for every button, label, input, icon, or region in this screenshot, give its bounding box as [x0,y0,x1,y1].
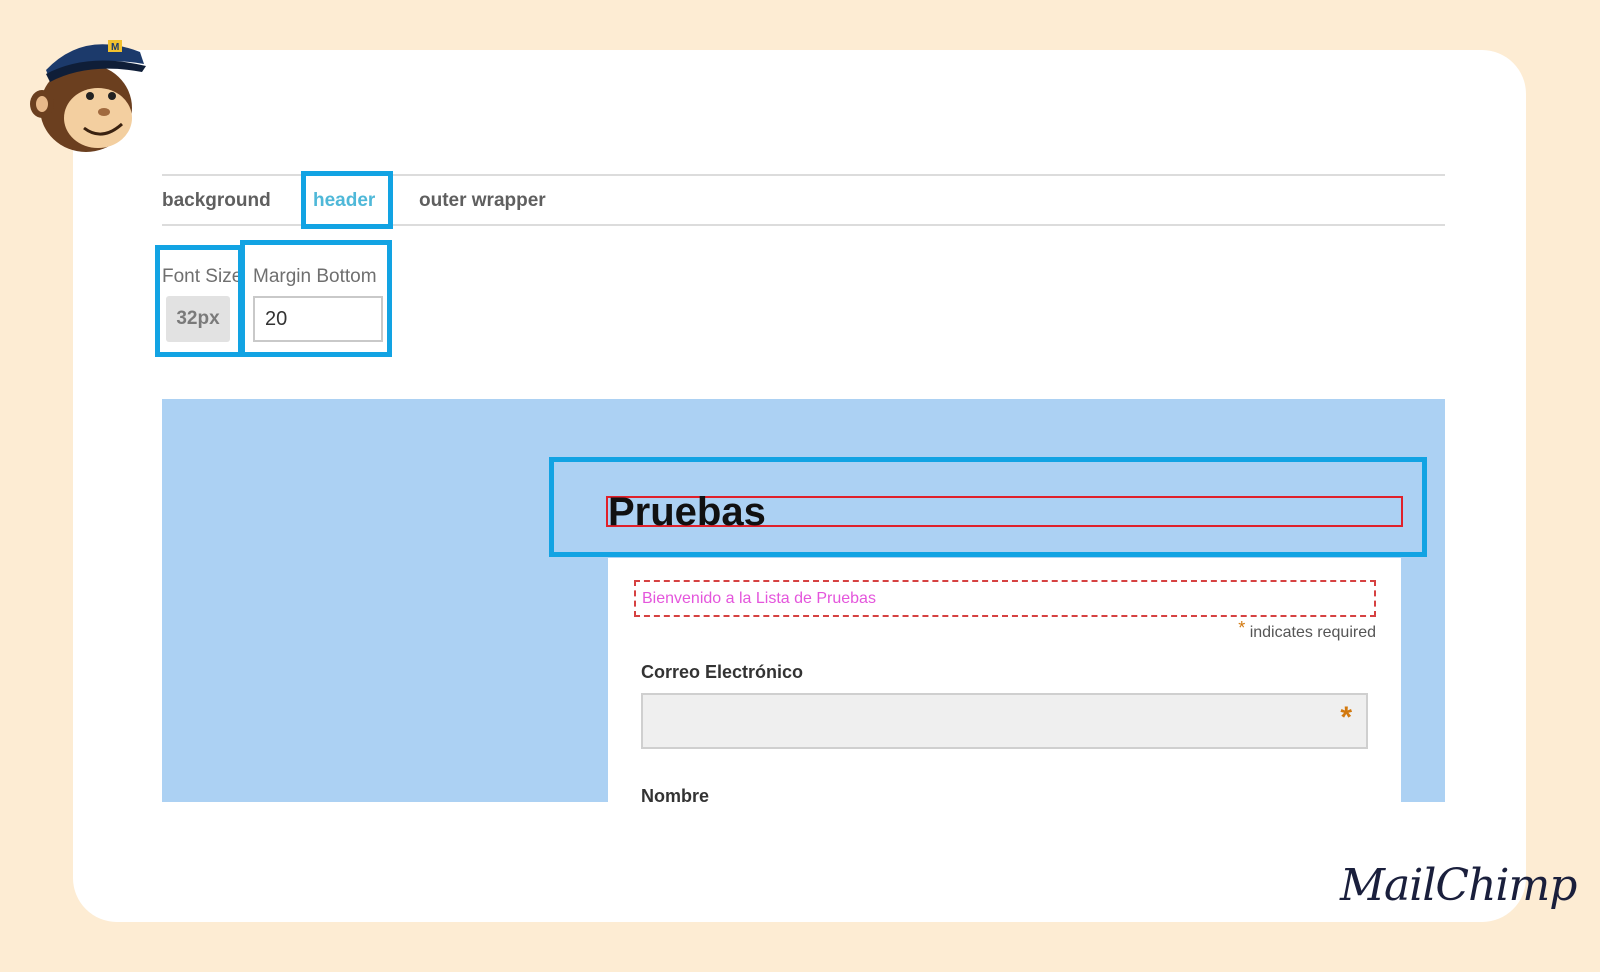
tab-outer-wrapper[interactable]: outer wrapper [419,190,546,212]
welcome-text: Bienvenido a la Lista de Pruebas [634,580,1376,617]
tab-background[interactable]: background [162,190,271,212]
email-label: Correo Electrónico [641,662,804,682]
required-note: indicates required [1249,624,1376,641]
required-indicator: * indicates required [1238,618,1376,642]
mailchimp-freddie-mascot-icon: M [28,30,146,154]
name-label-partial: Nombre [641,786,710,802]
svg-text:M: M [111,42,119,53]
header-preview-highlight [549,457,1427,557]
font-size-highlight [155,245,243,357]
margin-bottom-highlight [240,240,392,357]
header-tab-highlight [301,171,393,229]
email-input[interactable]: * [641,693,1368,749]
required-star-icon: * [1238,618,1246,638]
mailchimp-wordmark: MailChimp [1340,860,1577,911]
required-star-icon: * [1340,701,1352,734]
